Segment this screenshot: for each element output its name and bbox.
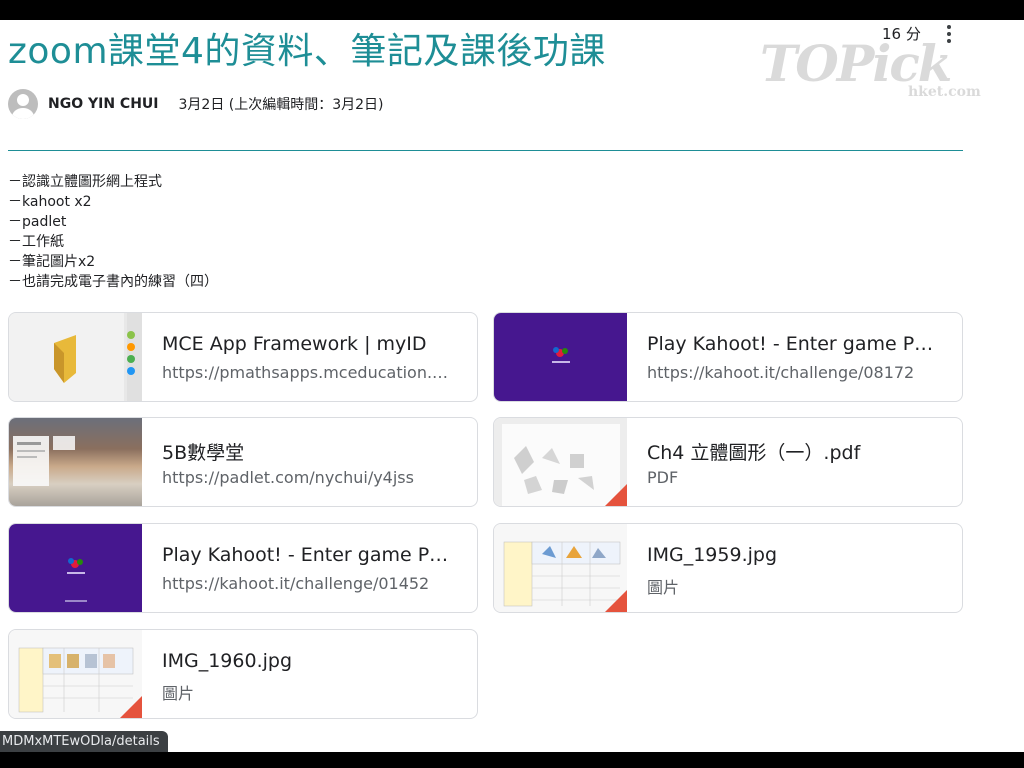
attachment-card-img-1959[interactable]: IMG_1959.jpg 圖片 xyxy=(493,523,963,613)
status-bar-url: MDMxMTEwODla/details xyxy=(0,731,168,753)
attachment-card-img-1960[interactable]: IMG_1960.jpg 圖片 xyxy=(8,629,478,719)
classroom-post-page: zoom課堂4的資料、筆記及課後功課 TOPick hket.com 16 分 N… xyxy=(0,20,1024,752)
divider xyxy=(8,150,963,151)
kahoot-thumbnail xyxy=(9,524,142,612)
padlet-thumbnail xyxy=(9,418,142,506)
attachment-title[interactable]: Ch4 立體圖形（一）.pdf xyxy=(647,438,937,465)
attachment-title[interactable]: MCE App Framework | myID xyxy=(162,333,452,355)
avatar xyxy=(8,89,38,119)
description-line: －筆記圖片x2 xyxy=(8,254,96,270)
top-black-bar xyxy=(0,0,1024,20)
attachment-type: PDF xyxy=(647,468,679,487)
file-type-corner xyxy=(120,696,142,718)
attachment-title[interactable]: 5B數學堂 xyxy=(162,438,452,465)
attachment-title[interactable]: IMG_1960.jpg xyxy=(162,650,452,672)
post-title: zoom課堂4的資料、筆記及課後功課 xyxy=(8,31,606,72)
attachment-card-mce[interactable]: MCE App Framework | myID https://pmathsa… xyxy=(8,312,478,402)
attachment-title[interactable]: Play Kahoot! - Enter game PIN here! xyxy=(647,333,937,355)
file-type-corner xyxy=(605,590,627,612)
file-type-corner xyxy=(605,484,627,506)
watermark-logo: TOPick hket.com xyxy=(760,34,981,100)
image-thumbnail xyxy=(9,630,142,718)
bottom-black-bar xyxy=(0,752,1024,768)
comment-count: 16 分 xyxy=(882,25,921,43)
image-thumbnail xyxy=(494,524,627,612)
app-thumbnail xyxy=(9,313,142,401)
attachment-card-pdf[interactable]: Ch4 立體圖形（一）.pdf PDF xyxy=(493,417,963,507)
attachment-card-kahoot-1[interactable]: Play Kahoot! - Enter game PIN here! http… xyxy=(493,312,963,402)
description-line: －kahoot x2 xyxy=(8,194,92,210)
attachment-type: 圖片 xyxy=(647,578,680,597)
post-description: －認識立體圖形網上程式 －kahoot x2 －padlet －工作紙 －筆記圖… xyxy=(8,172,218,292)
kahoot-thumbnail xyxy=(494,313,627,401)
pdf-thumbnail xyxy=(494,418,627,506)
post-date: 3月2日 (上次編輯時間：3月2日) xyxy=(178,97,384,113)
attachment-url: https://pmathsapps.mceducation.com xyxy=(162,363,452,382)
attachment-url: https://kahoot.it/challenge/08172 xyxy=(647,363,915,382)
description-line: －工作紙 xyxy=(8,234,64,250)
attachment-card-padlet[interactable]: 5B數學堂 https://padlet.com/nychui/y4jss xyxy=(8,417,478,507)
attachment-url: https://kahoot.it/challenge/01452 xyxy=(162,574,430,593)
attachment-url: https://padlet.com/nychui/y4jss xyxy=(162,468,414,487)
description-line: －認識立體圖形網上程式 xyxy=(8,174,162,190)
attachment-card-kahoot-2[interactable]: Play Kahoot! - Enter game PIN here! http… xyxy=(8,523,478,613)
more-options-icon[interactable] xyxy=(944,25,954,47)
author-name: NGO YIN CHUI xyxy=(48,96,159,112)
description-line: －也請完成電子書內的練習（四） xyxy=(8,274,218,290)
author-row: NGO YIN CHUI 3月2日 (上次編輯時間：3月2日) xyxy=(8,88,384,120)
attachment-title[interactable]: Play Kahoot! - Enter game PIN here! xyxy=(162,544,452,566)
description-line: －padlet xyxy=(8,214,67,230)
attachment-type: 圖片 xyxy=(162,684,195,703)
attachment-title[interactable]: IMG_1959.jpg xyxy=(647,544,937,566)
